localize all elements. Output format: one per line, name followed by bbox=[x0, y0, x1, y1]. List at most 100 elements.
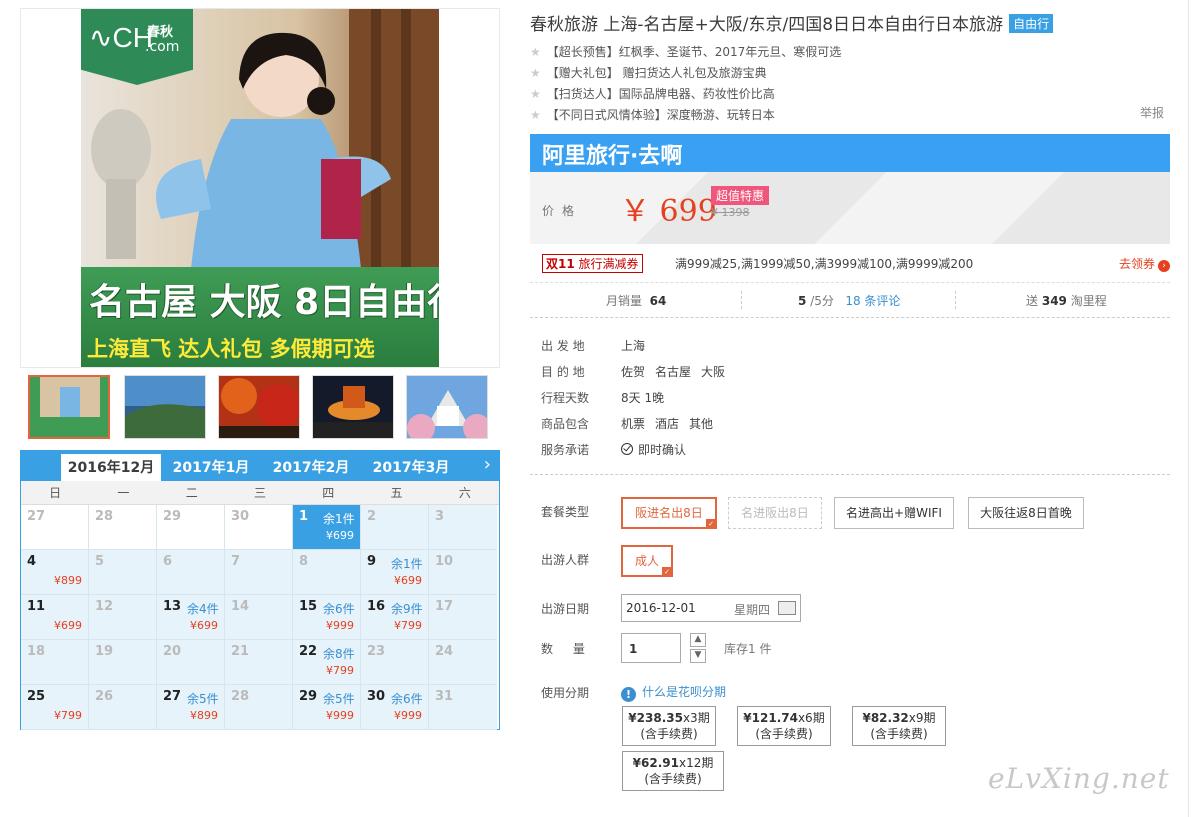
info-value: 其他 bbox=[689, 417, 714, 431]
day-price: ¥799 bbox=[326, 664, 354, 677]
info-key: 服务承诺 bbox=[541, 443, 590, 457]
day-stock: 余5件 bbox=[187, 692, 219, 706]
day-number: 6 bbox=[163, 554, 173, 569]
star-icon: ★ bbox=[530, 108, 541, 122]
weekday-label: 五 bbox=[390, 486, 403, 500]
calendar-icon[interactable] bbox=[778, 601, 796, 615]
calendar-day[interactable]: 11 ¥699 bbox=[21, 595, 89, 640]
day-number: 19 bbox=[95, 644, 114, 659]
price-box: 价格 ￥ 699 超值特惠 ¥ 1398 bbox=[530, 172, 1170, 244]
info-value: 佐贺 bbox=[621, 365, 646, 379]
calendar-day[interactable]: 9 余1件 ¥699 bbox=[361, 550, 429, 595]
installment-amount: ¥82.32 bbox=[862, 711, 909, 725]
product-title: 春秋旅游 上海-名古屋+大阪/东京/四国8日日本自由行日本旅游 自由行 bbox=[530, 10, 1054, 35]
calendar-day: 28 bbox=[89, 505, 157, 550]
info-key: 目 的 地 bbox=[541, 365, 585, 379]
day-number: 27 bbox=[27, 509, 46, 524]
day-price: ¥699 bbox=[54, 619, 82, 632]
day-number: 16 bbox=[367, 599, 386, 614]
info-value: 酒店 bbox=[655, 417, 680, 431]
info-icon: ! bbox=[621, 687, 636, 702]
calendar-day: 24 bbox=[429, 640, 497, 685]
thumbnail-4[interactable] bbox=[312, 375, 394, 439]
reviews-link[interactable]: 18 条评论 bbox=[845, 294, 900, 308]
calendar-day[interactable]: 13 余4件 ¥699 bbox=[157, 595, 225, 640]
day-stock: 余6件 bbox=[391, 692, 423, 706]
day-stock: 余1件 bbox=[323, 512, 355, 526]
weekday-label: 三 bbox=[253, 486, 266, 500]
points-suffix: 淘里程 bbox=[1070, 294, 1107, 308]
decrement-icon[interactable]: ▼ bbox=[690, 649, 706, 663]
calendar-day[interactable]: 25 ¥799 bbox=[21, 685, 89, 730]
calendar-day[interactable]: 1 余1件 ¥699 bbox=[293, 505, 361, 550]
thumbnail-1[interactable] bbox=[28, 375, 110, 439]
feature-item: ★ 【超长预售】红枫季、圣诞节、2017年元旦、寒假可选 bbox=[530, 43, 841, 60]
calendar-day[interactable]: 29 余5件 ¥999 bbox=[293, 685, 361, 730]
package-option[interactable]: 名进阪出8日 bbox=[728, 497, 822, 529]
calendar-day[interactable]: 30 余6件 ¥999 bbox=[361, 685, 429, 730]
installment-option[interactable]: ¥238.35x3期 (含手续费) bbox=[622, 706, 716, 746]
quantity-label: 数 量 bbox=[541, 642, 593, 656]
calendar-day[interactable]: 27 余5件 ¥899 bbox=[157, 685, 225, 730]
info-value: 即时确认 bbox=[638, 443, 687, 457]
day-price: ¥799 bbox=[54, 709, 82, 722]
month-tab[interactable]: 2017年2月 bbox=[261, 454, 361, 481]
page-edge bbox=[1188, 0, 1189, 817]
hero-artwork: 名古屋 大阪 8日自由行 上海直飞 达人礼包 多假期可选 ∿CH 春秋 .com bbox=[81, 9, 439, 367]
package-option[interactable]: 名进高出+赠WIFI bbox=[834, 497, 954, 529]
calendar-day: 20 bbox=[157, 640, 225, 685]
calendar-day[interactable]: 22 余8件 ¥799 bbox=[293, 640, 361, 685]
day-number: 12 bbox=[95, 599, 114, 614]
thumbnail-5[interactable] bbox=[406, 375, 488, 439]
platform-banner: 阿里旅行·去啊 bbox=[530, 134, 1170, 172]
month-tab[interactable]: 2017年3月 bbox=[361, 454, 461, 481]
month-tab[interactable]: 2017年1月 bbox=[161, 454, 261, 481]
info-duration: 行程天数 8天 1晚 bbox=[541, 389, 674, 406]
calendar-day[interactable]: 16 余9件 ¥799 bbox=[361, 595, 429, 640]
calendar-day: 17 bbox=[429, 595, 497, 640]
platform-banner-text: 阿里旅行·去啊 bbox=[542, 144, 683, 169]
get-coupon-text: 去领券 bbox=[1118, 257, 1155, 271]
installment-option[interactable]: ¥82.32x9期 (含手续费) bbox=[852, 706, 946, 746]
day-number: 9 bbox=[367, 554, 377, 569]
month-tab[interactable]: 2016年12月 bbox=[61, 454, 161, 481]
thumbnail-2[interactable] bbox=[124, 375, 206, 439]
chevron-right-icon[interactable]: › bbox=[484, 454, 491, 475]
get-coupon-link[interactable]: 去领券 › bbox=[1119, 255, 1170, 272]
calendar-day[interactable]: 15 余6件 ¥999 bbox=[293, 595, 361, 640]
feature-text: 【超长预售】红枫季、圣诞节、2017年元旦、寒假可选 bbox=[546, 45, 842, 59]
main-product-image[interactable]: 名古屋 大阪 8日自由行 上海直飞 达人礼包 多假期可选 ∿CH 春秋 .com bbox=[20, 8, 500, 368]
coupon-row: 双11 旅行满减券 满999减25,满1999减50,满3999减100,满99… bbox=[530, 252, 1170, 274]
quantity-input[interactable]: 1 bbox=[621, 633, 681, 663]
calendar-grid: 27 28 29 30 1 余1件 ¥699 2 3 4 ¥899 5 6 7 8 9 余1件 ¥699 10 11 ¥… bbox=[21, 505, 499, 730]
day-number: 8 bbox=[299, 554, 309, 569]
coupon-tag-bold: 双11 bbox=[546, 257, 575, 271]
installment-help-text: 什么是花呗分期 bbox=[642, 685, 727, 699]
calendar-day: 28 bbox=[225, 685, 293, 730]
rating: 5 /5分 18 条评论 bbox=[798, 292, 900, 309]
calendar-day[interactable]: 4 ¥899 bbox=[21, 550, 89, 595]
crowd-option[interactable]: 成人 bbox=[621, 545, 673, 577]
day-number: 31 bbox=[435, 689, 454, 704]
installment-option[interactable]: ¥121.74x6期 (含手续费) bbox=[737, 706, 831, 746]
installment-option[interactable]: ¥62.91x12期 (含手续费) bbox=[622, 751, 724, 791]
installment-periods: x12期 bbox=[678, 756, 714, 770]
day-number: 11 bbox=[27, 599, 46, 614]
crowd-label: 出游人群 bbox=[541, 553, 590, 567]
monthly-sales: 月销量 64 bbox=[606, 292, 666, 309]
package-option[interactable]: 阪进名出8日 bbox=[621, 497, 717, 529]
date-picker[interactable]: 2016-12-01 星期四 bbox=[621, 594, 801, 622]
day-number: 18 bbox=[27, 644, 46, 659]
weekday-label: 六 bbox=[458, 486, 471, 500]
calendar-day: 10 bbox=[429, 550, 497, 595]
feature-item: ★ 【赠大礼包】 赠扫货达人礼包及旅游宝典 bbox=[530, 64, 767, 81]
calendar-day: 30 bbox=[225, 505, 293, 550]
report-link[interactable]: 举报 bbox=[1140, 104, 1164, 121]
day-number: 28 bbox=[231, 689, 250, 704]
watermark: eLvXing.net bbox=[988, 762, 1170, 795]
increment-icon[interactable]: ▲ bbox=[690, 633, 706, 647]
package-option[interactable]: 大阪往返8日首晚 bbox=[968, 497, 1084, 529]
installment-help-link[interactable]: ! 什么是花呗分期 bbox=[621, 683, 726, 702]
thumbnail-3[interactable] bbox=[218, 375, 300, 439]
hero-subtitle: 上海直飞 达人礼包 多假期可选 bbox=[87, 337, 375, 361]
